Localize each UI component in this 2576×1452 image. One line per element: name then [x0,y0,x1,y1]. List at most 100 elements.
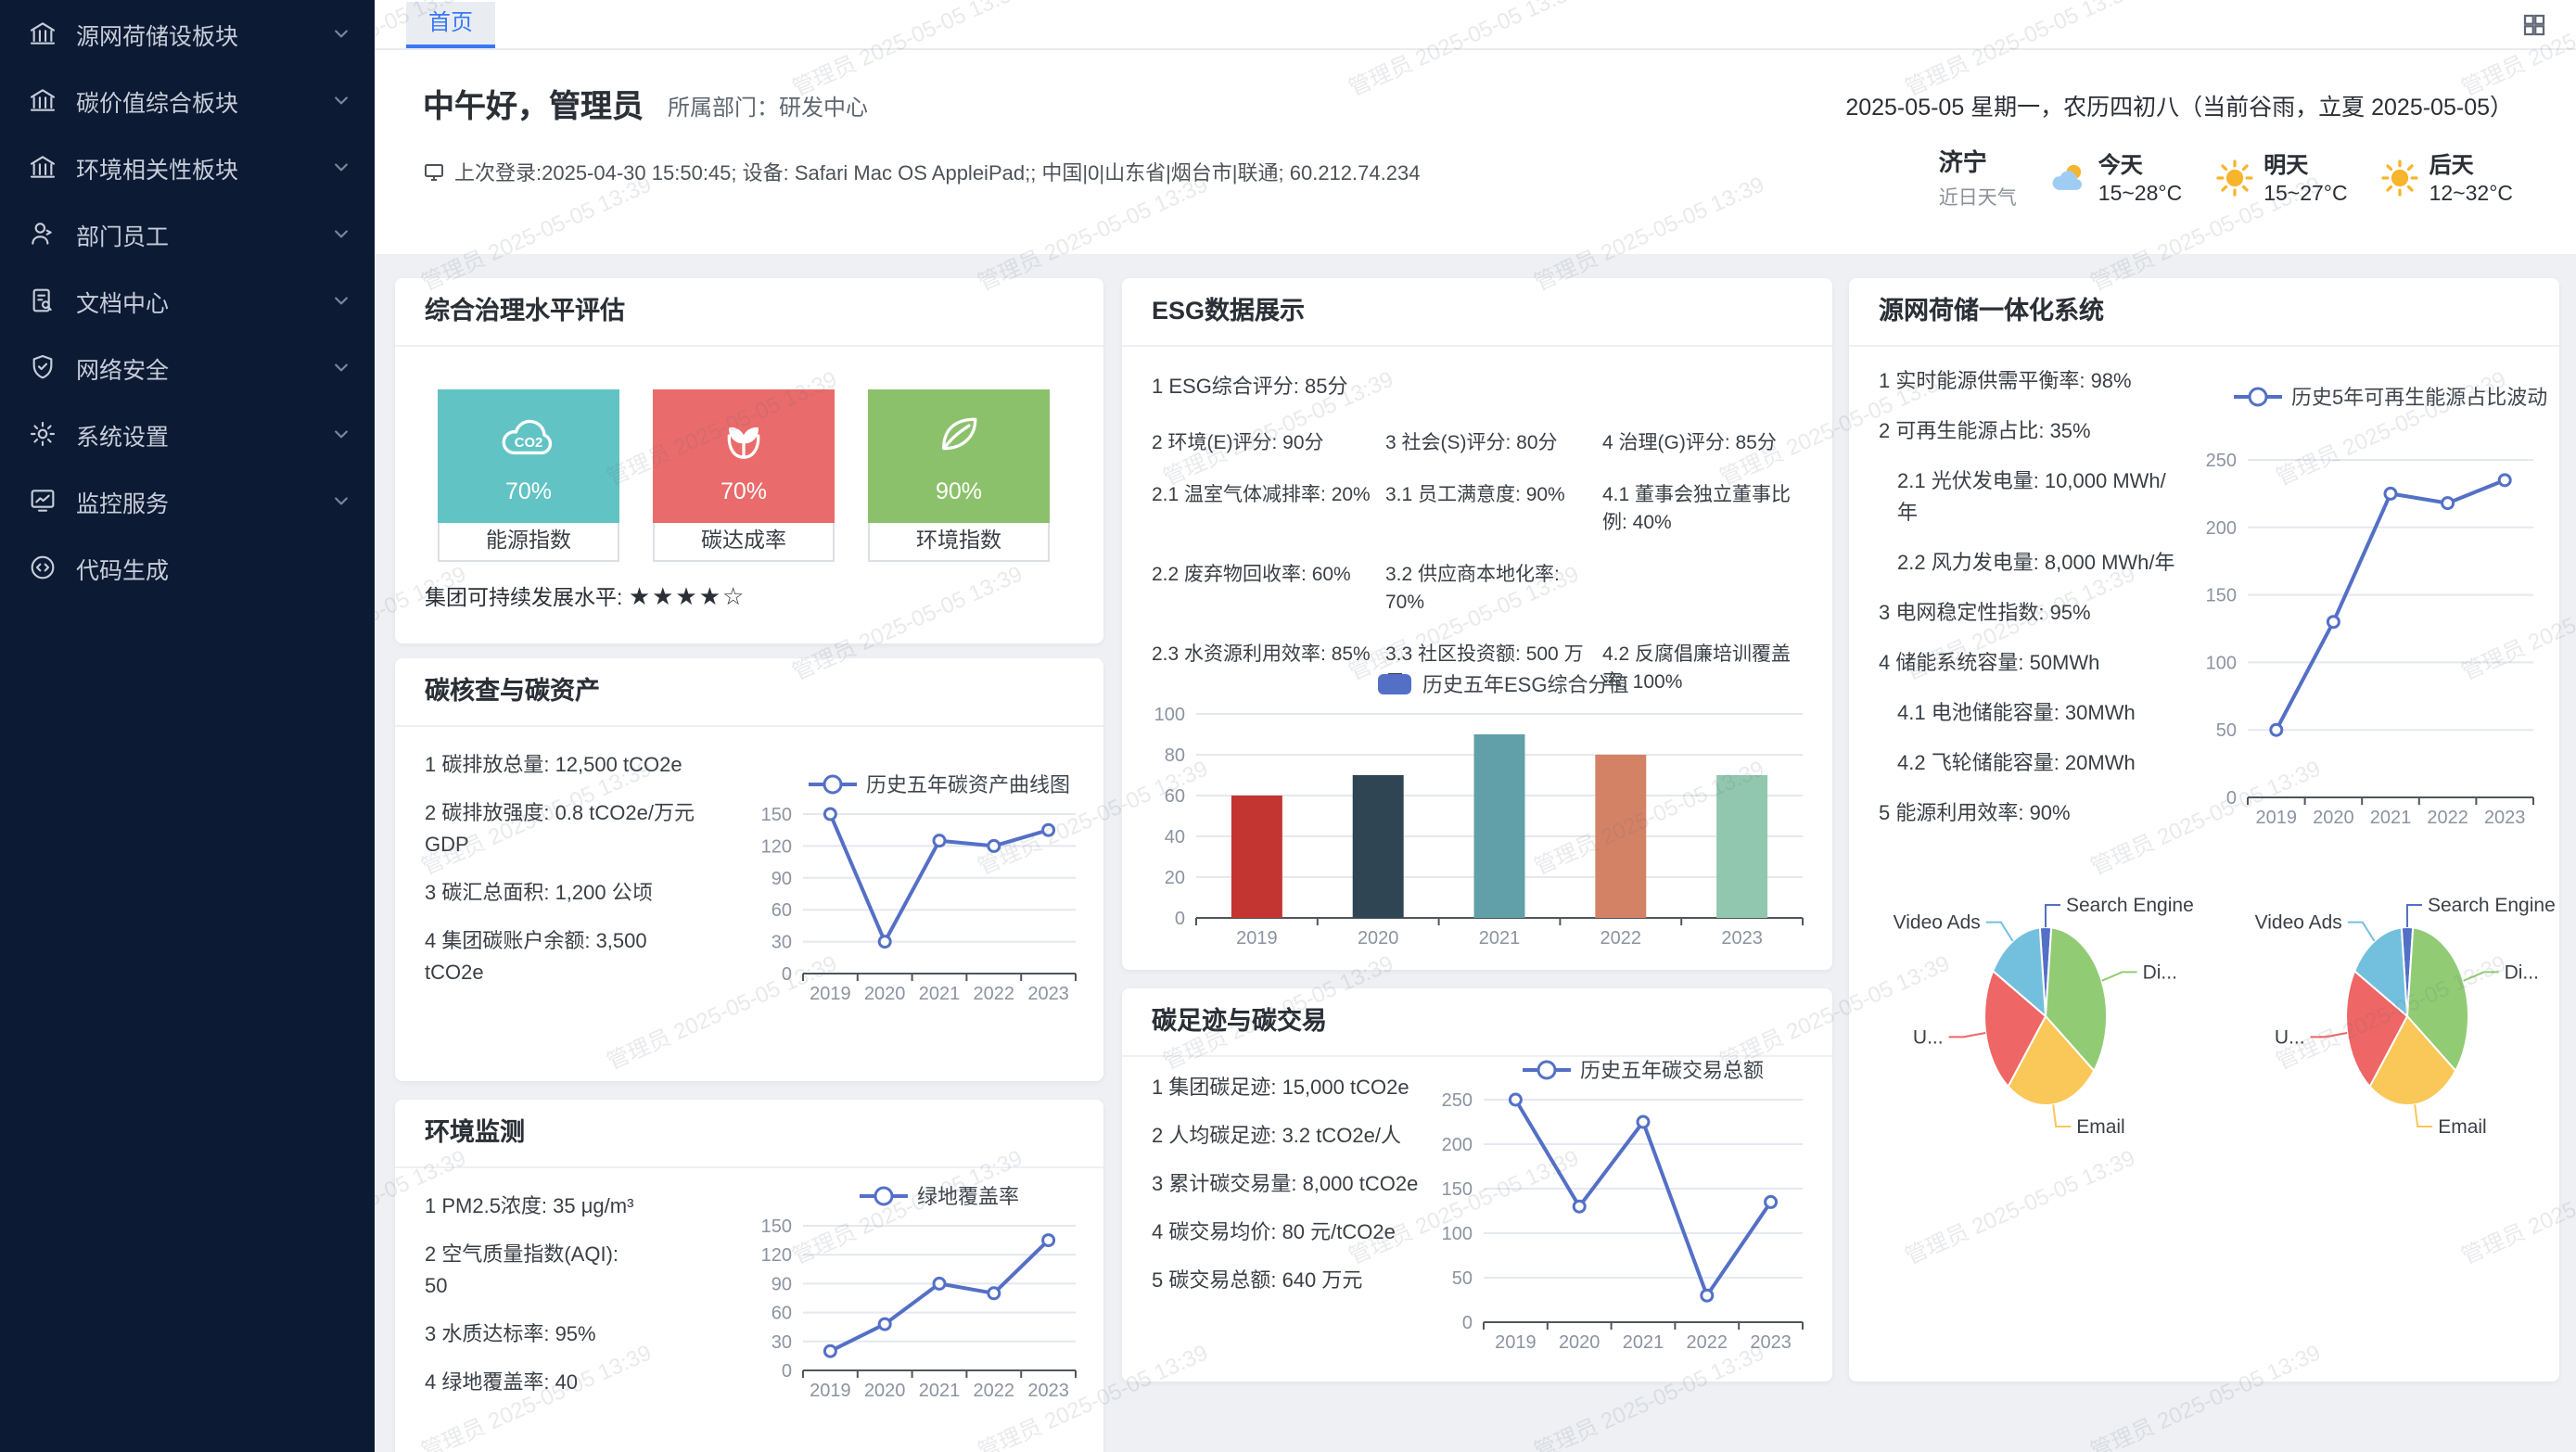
svg-text:0: 0 [1175,909,1185,929]
renewable-share-line-chart: 05010015020025020192020202120222023历史5年可… [2192,371,2548,844]
sun-cloud-icon [2048,157,2089,197]
channel-pie-chart: Search EngineDi...EmailU...Video Ads [2222,834,2559,1196]
svg-text:250: 250 [2206,451,2237,471]
carbon-asset-line-chart: 030609012015020192020202120222023历史五年碳资产… [747,766,1090,1020]
svg-text:Email: Email [2438,1116,2487,1138]
weather-city: 济宁 [1939,143,2017,178]
greeting: 中午好，管理员 [423,80,644,126]
department-label: 所属部门：研发中心 [668,91,868,122]
sidebar-item-department-staff[interactable]: 部门员工 [0,200,375,267]
svg-text:30: 30 [772,933,792,953]
list-item: 1 实时能源供需平衡率: 98% [1879,367,2185,399]
sun-icon [2213,157,2254,197]
svg-text:120: 120 [761,1245,792,1266]
layout-grid-icon[interactable] [2520,10,2548,38]
svg-text:Di...: Di... [2505,962,2539,983]
svg-text:90: 90 [772,1274,792,1294]
svg-text:100: 100 [2206,653,2237,673]
kpi-tile-energy-index: CO2 70% 能源指数 [438,389,619,562]
svg-text:2019: 2019 [810,984,851,1004]
gear-icon [28,419,57,449]
tab-home[interactable]: 首页 [406,1,495,47]
kpi-tile-carbon-achievement: 70% 碳达成率 [653,389,835,562]
sidebar-item-network-security[interactable]: 网络安全 [0,334,375,401]
metric-list: 1 实时能源供需平衡率: 98% 2 可再生能源占比: 35% 2.1 光伏发电… [1879,367,2185,849]
sidebar-item-document-center[interactable]: 文档中心 [0,267,375,334]
list-item: 1 碳排放总量: 12,500 tCO2e [425,751,703,783]
sidebar-item-source-grid-module[interactable]: 源网荷储设板块 [0,0,375,67]
list-item: 2 人均碳足迹: 3.2 tCO2e/人 [1152,1122,1430,1153]
green-coverage-line-chart: 030609012015020192020202120222023绿地覆盖率 [747,1178,1090,1417]
svg-text:200: 200 [2206,518,2237,539]
kpi-value: 70% [721,478,767,504]
esg-summary: 1 ESG综合评分: 85分 [1152,371,1348,401]
svg-text:60: 60 [1165,786,1185,807]
svg-text:2023: 2023 [1027,984,1069,1004]
svg-text:2020: 2020 [1358,928,1399,949]
list-item: 3.2 供应商本地化率: 70% [1385,562,1599,618]
card-title: 综合治理水平评估 [395,278,1103,347]
sidebar-item-monitoring-service[interactable]: 监控服务 [0,467,375,534]
svg-text:2022: 2022 [1687,1332,1728,1353]
device-icon [423,161,445,184]
svg-text:Search Engine: Search Engine [2428,895,2556,916]
date-info: 2025-05-05 星期一，农历四初八（当前谷雨，立夏 2025-05-05） [1845,87,2513,122]
sidebar-item-label: 碳价值综合板块 [76,83,238,118]
svg-text:50: 50 [1452,1268,1473,1289]
list-item: 3 碳汇总面积: 1,200 公顷 [425,879,703,911]
list-item: 2.1 光伏发电量: 10,000 MWh/年 [1879,467,2185,530]
card-esg-data: ESG数据展示 1 ESG综合评分: 85分 2 环境(E)评分: 90分 3 … [1122,278,1832,970]
chevron-down-icon [332,158,351,176]
svg-text:60: 60 [772,1304,792,1324]
sidebar-item-code-generation[interactable]: 代码生成 [0,534,375,601]
svg-text:150: 150 [761,805,792,825]
chevron-down-icon [332,358,351,376]
svg-text:历史五年ESG综合分值: 历史五年ESG综合分值 [1422,673,1628,696]
metric-list: 1 集团碳足迹: 15,000 tCO2e 2 人均碳足迹: 3.2 tCO2e… [1152,1074,1430,1315]
sustainability-rating: 集团可持续发展水平: ★★★★☆ [425,582,746,612]
sidebar-item-environment-module[interactable]: 环境相关性板块 [0,134,375,200]
svg-text:U...: U... [1913,1026,1944,1048]
svg-text:2020: 2020 [864,1381,906,1401]
list-item: 4.2 飞轮储能容量: 20MWh [1879,749,2185,781]
chevron-down-icon [332,24,351,43]
plant-icon [712,408,775,473]
sidebar-item-carbon-value-module[interactable]: 碳价值综合板块 [0,67,375,134]
bank-icon [28,85,57,115]
carbon-trade-line-chart: 05010015020025020192020202120222023历史五年碳… [1428,1044,1817,1369]
svg-text:0: 0 [782,964,792,985]
svg-text:Di...: Di... [2143,962,2177,983]
list-item: 2.1 温室气体减排率: 20% [1152,482,1382,538]
document-icon [28,286,57,315]
sidebar-item-label: 源网荷储设板块 [76,16,238,51]
svg-text:2023: 2023 [2484,808,2526,828]
svg-text:2021: 2021 [1479,928,1521,949]
weather-today: 今天 15~28°C [2048,148,2182,206]
chevron-down-icon [332,91,351,109]
sidebar-item-label: 代码生成 [76,550,169,585]
card-carbon-audit: 碳核查与碳资产 1 碳排放总量: 12,500 tCO2e 2 碳排放强度: 0… [395,658,1103,1081]
svg-text:50: 50 [2216,720,2237,741]
svg-text:2023: 2023 [1027,1381,1069,1401]
card-carbon-trading: 碳足迹与碳交易 1 集团碳足迹: 15,000 tCO2e 2 人均碳足迹: 3… [1122,988,1832,1382]
list-item: 4.1 董事会独立董事比例: 40% [1602,482,1810,538]
weather-widget: 济宁 近日天气 今天 15~28°C 明天 15~27°C [1939,143,2513,211]
sidebar-item-label: 网络安全 [76,350,169,385]
svg-text:2020: 2020 [864,984,906,1004]
list-item: 1 集团碳足迹: 15,000 tCO2e [1152,1074,1430,1105]
svg-text:0: 0 [782,1361,792,1382]
page-header: 中午好，管理员 所属部门：研发中心 2025-05-05 星期一，农历四初八（当… [375,50,2576,254]
card-title: 源网荷储一体化系统 [1849,278,2559,347]
svg-text:历史五年碳交易总额: 历史五年碳交易总额 [1580,1059,1764,1082]
svg-text:200: 200 [1442,1135,1473,1155]
svg-text:2022: 2022 [974,984,1015,1004]
list-item: 1 PM2.5浓度: 35 μg/m³ [425,1192,644,1224]
svg-text:2022: 2022 [1600,928,1642,949]
list-item: 3.1 员工满意度: 90% [1385,482,1599,538]
esg-score-bar-chart: 02040608010020192020202120222023历史五年ESG综… [1137,658,1817,964]
list-item: 4 集团碳账户余额: 3,500 tCO2e [425,927,703,990]
sidebar-item-system-settings[interactable]: 系统设置 [0,401,375,467]
list-item: 4 碳交易均价: 80 元/tCO2e [1152,1218,1430,1250]
svg-text:Video Ads: Video Ads [2255,912,2342,934]
svg-text:150: 150 [2206,586,2237,606]
